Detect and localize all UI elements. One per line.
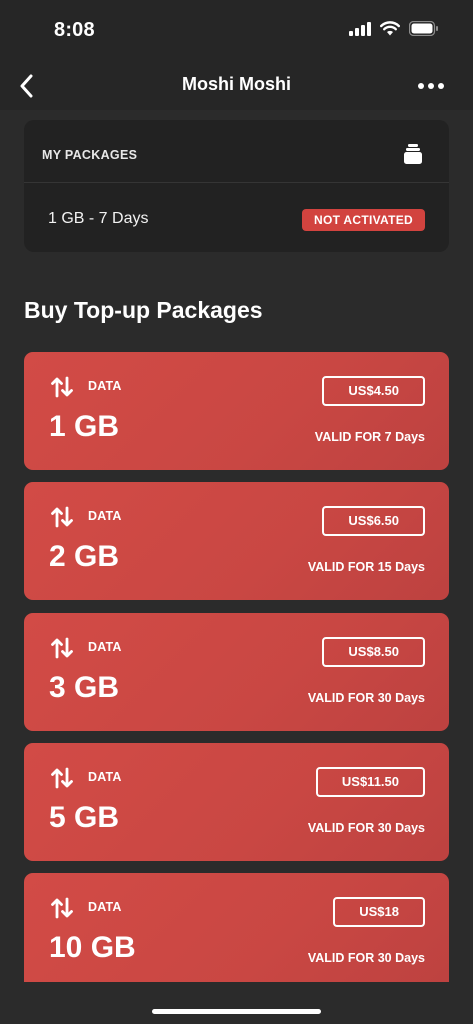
home-indicator [152,1009,321,1014]
battery-icon [409,21,438,36]
package-type: DATA [88,379,122,393]
navigation-bar: Moshi Moshi [0,62,473,110]
content-scroll-area[interactable]: MY PACKAGES 1 GB - 7 Days NOT ACTIVATED … [0,110,473,982]
more-dots-icon [418,83,424,89]
price-button[interactable]: US$6.50 [322,506,425,537]
topup-package-card[interactable]: DATA 2 GB US$6.50 VALID FOR 15 Days [24,482,449,601]
package-amount: 10 GB [49,931,136,965]
status-time: 8:08 [54,19,95,41]
status-bar: 8:08 [0,0,473,62]
price-button[interactable]: US$8.50 [322,636,425,667]
my-packages-title: MY PACKAGES [42,148,138,162]
package-type: DATA [88,509,122,524]
cellular-signal-icon [349,21,371,36]
data-transfer-icon [51,637,73,664]
package-stack-icon[interactable] [404,144,422,164]
section-title-topup: Buy Top-up Packages [24,297,263,323]
topup-package-card[interactable]: DATA 10 GB US$18 VALID FOR 30 Days [24,873,449,982]
package-amount: 2 GB [49,540,120,574]
topup-package-card[interactable]: DATA 1 GB US$4.50 VALID FOR 7 Days [24,352,449,470]
package-amount: 1 GB [49,410,120,443]
package-validity: VALID FOR 30 Days [307,951,425,966]
my-packages-panel: MY PACKAGES 1 GB - 7 Days NOT ACTIVATED [24,120,449,252]
data-transfer-icon [51,767,73,794]
bottom-safe-area [0,982,473,1024]
package-validity: VALID FOR 30 Days [307,820,425,835]
topup-package-card[interactable]: DATA 3 GB US$8.50 VALID FOR 30 Days [24,612,449,731]
price-button[interactable]: US$18 [333,897,425,928]
data-transfer-icon [51,376,73,403]
price-button[interactable]: US$4.50 [322,376,425,406]
wifi-icon [380,21,400,36]
my-packages-header: MY PACKAGES [24,120,449,183]
status-badge: NOT ACTIVATED [301,209,425,231]
active-package-name: 1 GB - 7 Days [48,210,149,227]
price-button[interactable]: US$11.50 [315,766,425,797]
package-amount: 3 GB [49,670,120,704]
package-type: DATA [88,900,122,915]
package-validity: VALID FOR 15 Days [307,560,425,575]
data-transfer-icon [51,897,73,924]
more-options-button[interactable] [411,72,451,100]
package-validity: VALID FOR 30 Days [307,690,425,705]
status-icons [349,21,439,36]
package-amount: 5 GB [49,800,120,834]
topup-package-card[interactable]: DATA 5 GB US$11.50 VALID FOR 30 Days [24,742,449,861]
page-title: Moshi Moshi [182,74,291,94]
package-type: DATA [88,769,122,784]
data-transfer-icon [51,506,73,533]
package-type: DATA [88,639,122,654]
package-validity: VALID FOR 7 Days [314,430,425,444]
